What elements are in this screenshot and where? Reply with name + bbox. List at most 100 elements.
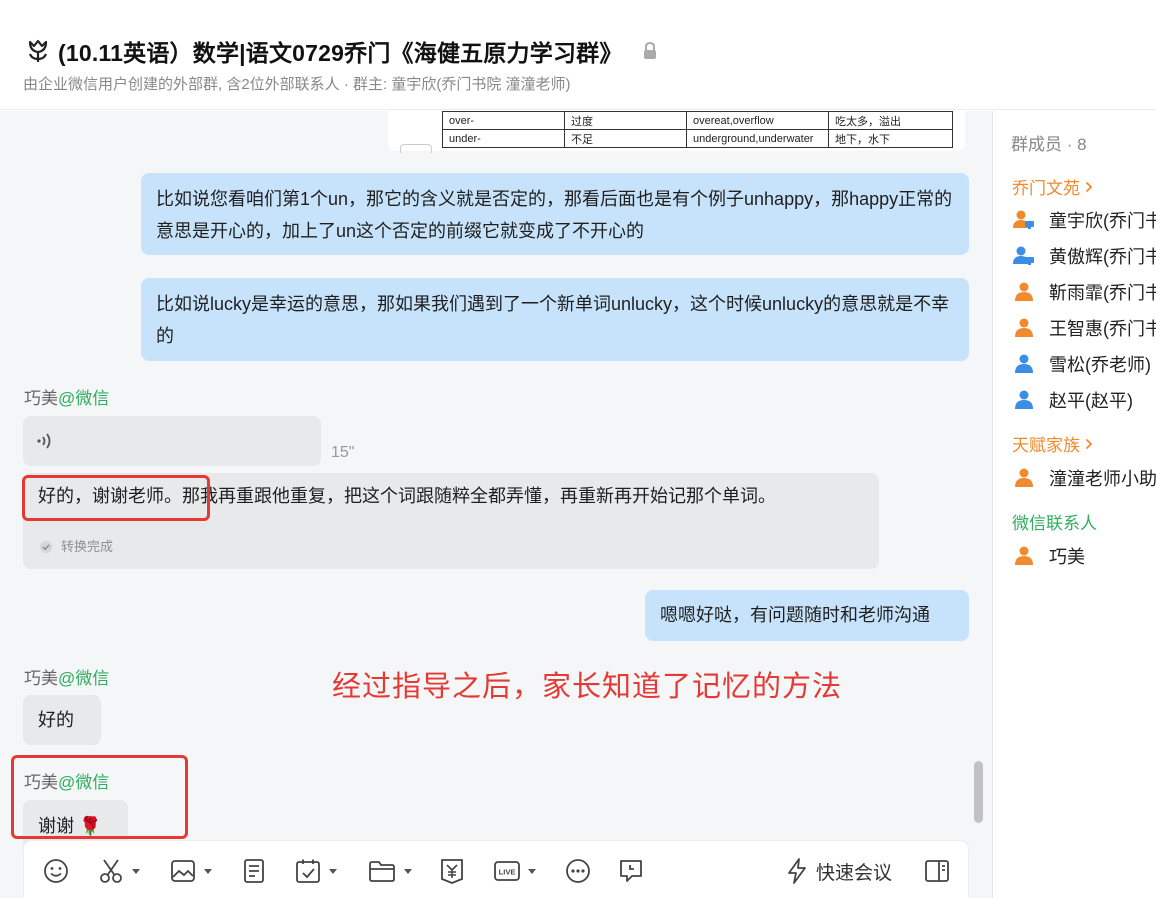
chevron-down-icon [404, 868, 412, 874]
image-button[interactable] [170, 857, 212, 885]
table-cell: 过度 [564, 111, 687, 130]
scrollbar-thumb[interactable] [974, 761, 983, 823]
member-name: 王智惠(乔门书 [1049, 319, 1156, 339]
red-packet-icon [441, 859, 463, 884]
chevron-down-icon [528, 868, 536, 874]
chevron-down-icon [132, 868, 140, 874]
member-name: 赵平(赵平) [1049, 391, 1133, 411]
check-circle-icon [40, 541, 52, 553]
outgoing-message[interactable]: 比如说您看咱们第1个un，那它的含义就是否定的，那看后面也是有个例子unhapp… [141, 173, 969, 255]
side-panel-icon [925, 860, 949, 882]
member-name: 雪松(乔老师) [1049, 355, 1151, 375]
table-cell: 吃太多，溢出 [828, 111, 953, 130]
member-item[interactable]: 赵平(赵平) [1013, 387, 1133, 413]
member-name: 靳雨霏(乔门书 [1049, 283, 1156, 303]
member-item[interactable]: 靳雨霏(乔门书 [1013, 279, 1156, 305]
voice-wave-icon [37, 433, 51, 449]
user-icon [1015, 354, 1033, 373]
input-toolbar: LIVE 快速会议 [24, 841, 968, 898]
lock-icon [643, 42, 656, 59]
chevron-right-icon [1085, 181, 1093, 192]
screenshot-button[interactable] [98, 857, 140, 885]
chat-header: (10.11英语）数学|语文0729乔门《海健五原力学习群》 由企业微信用户创建… [0, 0, 1156, 110]
red-packet-button[interactable] [440, 857, 464, 885]
document-button[interactable] [242, 857, 266, 885]
chevron-down-icon [204, 868, 212, 874]
tulip-group-icon [28, 39, 48, 62]
chevron-down-icon [329, 868, 337, 874]
table-cell: under- [442, 129, 565, 148]
table-cell: over- [442, 111, 565, 130]
member-name: 童宇欣(乔门书 [1049, 211, 1156, 231]
member-group-header[interactable]: 天赋家族 [1012, 431, 1093, 456]
group-subtitle: 由企业微信用户创建的外部群, 含2位外部联系人 · 群主: 童宇欣(乔门书院 潼… [23, 76, 571, 93]
convert-status: 转换完成 [61, 539, 114, 554]
annotation-text: 经过指导之后，家长知道了记忆的方法 [332, 671, 843, 703]
member-item[interactable]: 黄傲辉(乔门书 [1013, 243, 1156, 269]
member-item[interactable]: 童宇欣(乔门书 [1013, 207, 1156, 233]
member-group-header[interactable]: 微信联系人 [1012, 509, 1097, 534]
message-list[interactable]: over- 过度 overeat,overflow 吃太多，溢出 under- … [0, 111, 992, 898]
user-icon [1015, 282, 1033, 301]
scissors-icon [100, 859, 122, 883]
table-cell: overeat,overflow [686, 111, 829, 130]
member-item[interactable]: 潼潼老师小助 [1013, 465, 1156, 491]
emoji-button[interactable] [42, 857, 70, 885]
quick-meeting-label: 快速会议 [816, 862, 893, 884]
title-row: (10.11英语）数学|语文0729乔门《海健五原力学习群》 [24, 34, 657, 68]
member-name: 潼潼老师小助 [1049, 469, 1156, 489]
member-count-title: 群成员 · 8 [1011, 135, 1087, 154]
live-button[interactable]: LIVE [494, 857, 536, 885]
prefix-table: over- 过度 overeat,overflow 吃太多，溢出 under- … [442, 111, 953, 148]
voice-duration: 15" [331, 444, 355, 461]
member-group-label: 微信联系人 [1012, 514, 1097, 533]
member-item[interactable]: 王智惠(乔门书 [1013, 315, 1156, 341]
member-name: 黄傲辉(乔门书 [1049, 247, 1156, 267]
outgoing-message[interactable]: 比如说lucky是幸运的意思，那如果我们遇到了一个新单词unlucky，这个时候… [141, 278, 969, 361]
member-panel: 群成员 · 8 乔门文苑 童宇欣(乔门书 黄傲辉(乔门书 靳雨霏(乔门书 王智惠… [992, 111, 1156, 898]
convert-status-row: 转换完成 [39, 539, 113, 555]
side-panel-button[interactable] [924, 857, 950, 885]
enterprise-user-icon [1013, 246, 1034, 265]
sheet-tab-stub [400, 144, 432, 153]
more-button[interactable] [564, 857, 592, 885]
more-icon [566, 859, 590, 883]
enterprise-user-icon [1013, 210, 1034, 229]
sender-label: 巧美@微信 [24, 384, 109, 409]
user-icon [1015, 468, 1033, 487]
chat-record-icon [620, 860, 642, 882]
member-item[interactable]: 雪松(乔老师) [1013, 351, 1151, 377]
table-row: over- 过度 overeat,overflow 吃太多，溢出 [442, 111, 953, 130]
file-button[interactable] [368, 857, 412, 885]
chevron-right-icon [1085, 438, 1093, 449]
member-group-label: 天赋家族 [1012, 436, 1080, 455]
user-icon [1015, 318, 1033, 337]
member-item[interactable]: 巧美 [1013, 543, 1085, 569]
calendar-check-icon [296, 859, 320, 883]
document-icon [244, 859, 264, 883]
voice-message[interactable] [23, 416, 321, 466]
table-image-message[interactable]: over- 过度 overeat,overflow 吃太多，溢出 under- … [388, 111, 965, 153]
sender-platform: @微信 [58, 669, 110, 688]
emoji-icon [44, 859, 68, 883]
lightning-icon [788, 858, 806, 884]
svg-text:LIVE: LIVE [499, 868, 516, 877]
member-group-header[interactable]: 乔门文苑 [1012, 174, 1093, 199]
folder-icon [369, 861, 395, 882]
quick-meeting-button[interactable]: 快速会议 [786, 857, 892, 885]
app-window: (10.11英语）数学|语文0729乔门《海健五原力学习群》 由企业微信用户创建… [0, 0, 1156, 898]
incoming-message[interactable]: 好的 [23, 695, 101, 745]
outgoing-message[interactable]: 嗯嗯好哒，有问题随时和老师沟通 [645, 590, 969, 641]
schedule-button[interactable] [295, 857, 337, 885]
image-icon [171, 860, 195, 882]
member-group-label: 乔门文苑 [1012, 179, 1080, 198]
user-icon [1015, 390, 1033, 409]
group-title: (10.11英语）数学|语文0729乔门《海健五原力学习群》 [58, 40, 623, 66]
sender-label: 巧美@微信 [24, 664, 109, 689]
sender-platform: @微信 [58, 389, 110, 408]
table-cell: 不足 [564, 129, 687, 148]
table-cell: underground,underwater [686, 129, 829, 148]
table-cell: 地下，水下 [828, 129, 953, 148]
table-row: under- 不足 underground,underwater 地下，水下 [442, 129, 953, 148]
chat-record-button[interactable] [618, 857, 644, 885]
